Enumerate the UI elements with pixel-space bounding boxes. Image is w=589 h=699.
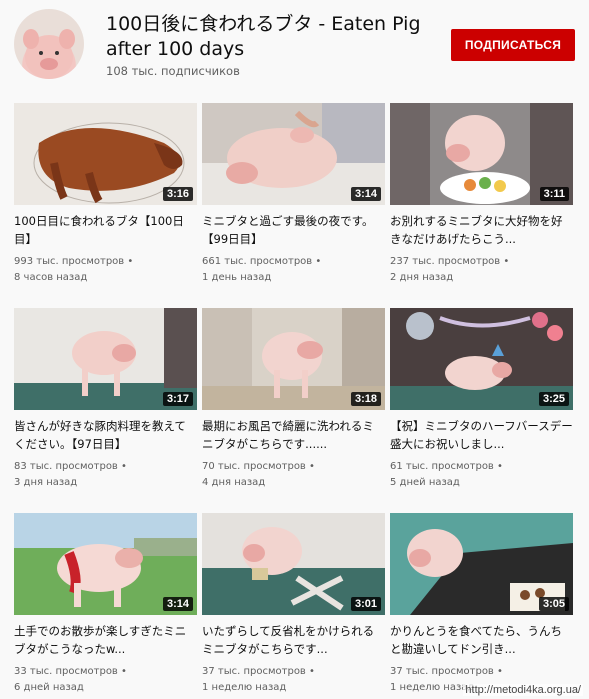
subscriber-count: 108 тыс. подписчиков — [106, 64, 240, 78]
video-duration: 3:05 — [538, 597, 569, 611]
video-title[interactable]: 最期にお風呂で綺麗に洗われるミニブタがこちらです...... — [202, 417, 385, 453]
video-card[interactable]: 3:14 ミニブタと過ごす最後の夜です。【99日目】 661 тыс. прос… — [202, 103, 385, 286]
video-thumbnail[interactable]: 3:05 — [390, 513, 573, 615]
video-duration: 3:14 — [350, 187, 381, 201]
upload-age: 2 дня назад — [390, 272, 454, 283]
view-count: 61 тыс. просмотров • — [390, 461, 503, 472]
video-meta: 237 тыс. просмотров • 2 дня назад — [390, 254, 573, 286]
upload-age: 4 дня назад — [202, 477, 266, 488]
video-title[interactable]: ミニブタと過ごす最後の夜です。【99日目】 — [202, 212, 385, 248]
video-meta: 37 тыс. просмотров • 1 неделю назад — [202, 664, 385, 696]
video-duration: 3:01 — [350, 597, 381, 611]
view-count: 993 тыс. просмотров • — [14, 256, 134, 267]
video-title[interactable]: いたずらして反省札をかけられるミニブタがこちらです... — [202, 622, 385, 658]
video-thumbnail[interactable]: 3:01 — [202, 513, 385, 615]
video-meta: 70 тыс. просмотров • 4 дня назад — [202, 459, 385, 491]
channel-header: 100日後に食われるブタ - Eaten Pig after 100 days … — [0, 0, 589, 90]
upload-age: 3 дня назад — [14, 477, 78, 488]
video-title[interactable]: 土手でのお散歩が楽しすぎたミニブタがこうなったw... — [14, 622, 197, 658]
channel-title[interactable]: 100日後に食われるブタ - Eaten Pig after 100 days — [106, 12, 446, 62]
video-card[interactable]: 3:16 100日目に食われるブタ【100日目】 993 тыс. просмо… — [14, 103, 197, 286]
video-card[interactable]: 3:25 【祝】ミニブタのハーフバースデー盛大にお祝いしまし... 61 тыс… — [390, 308, 573, 491]
video-duration: 3:25 — [538, 392, 569, 406]
video-title[interactable]: 皆さんが好きな豚肉料理を教えてください。【97日目】 — [14, 417, 197, 453]
video-title[interactable]: 100日目に食われるブタ【100日目】 — [14, 212, 197, 248]
video-card[interactable]: 3:14 土手でのお散歩が楽しすぎたミニブタがこうなったw... 33 тыс.… — [14, 513, 197, 696]
view-count: 70 тыс. просмотров • — [202, 461, 315, 472]
view-count: 661 тыс. просмотров • — [202, 256, 322, 267]
upload-age: 5 дней назад — [390, 477, 460, 488]
view-count: 237 тыс. просмотров • — [390, 256, 510, 267]
video-card[interactable]: 3:11 お別れするミニブタに大好物を好きなだけあげたらこう... 237 ты… — [390, 103, 573, 286]
video-card[interactable]: 3:01 いたずらして反省札をかけられるミニブタがこちらです... 37 тыс… — [202, 513, 385, 696]
video-thumbnail[interactable]: 3:14 — [202, 103, 385, 205]
watermark-url: http://metodi4ka.org.ua/ — [463, 684, 583, 696]
video-thumbnail[interactable]: 3:16 — [14, 103, 197, 205]
video-meta: 83 тыс. просмотров • 3 дня назад — [14, 459, 197, 491]
video-duration: 3:17 — [162, 392, 193, 406]
video-duration: 3:18 — [350, 392, 381, 406]
video-meta: 661 тыс. просмотров • 1 день назад — [202, 254, 385, 286]
video-meta: 33 тыс. просмотров • 6 дней назад — [14, 664, 197, 696]
video-thumbnail[interactable]: 3:25 — [390, 308, 573, 410]
subscribe-button[interactable]: ПОДПИСАТЬСЯ — [451, 29, 575, 61]
view-count: 37 тыс. просмотров • — [202, 666, 315, 677]
video-card[interactable]: 3:17 皆さんが好きな豚肉料理を教えてください。【97日目】 83 тыс. … — [14, 308, 197, 491]
video-meta: 61 тыс. просмотров • 5 дней назад — [390, 459, 573, 491]
video-duration: 3:16 — [162, 187, 193, 201]
view-count: 37 тыс. просмотров • — [390, 666, 503, 677]
video-thumbnail[interactable]: 3:18 — [202, 308, 385, 410]
video-thumbnail[interactable]: 3:17 — [14, 308, 197, 410]
upload-age: 6 дней назад — [14, 682, 84, 693]
view-count: 33 тыс. просмотров • — [14, 666, 127, 677]
video-thumbnail[interactable]: 3:14 — [14, 513, 197, 615]
upload-age: 8 часов назад — [14, 272, 88, 283]
video-title[interactable]: 【祝】ミニブタのハーフバースデー盛大にお祝いしまし... — [390, 417, 573, 453]
video-meta: 993 тыс. просмотров • 8 часов назад — [14, 254, 197, 286]
view-count: 83 тыс. просмотров • — [14, 461, 127, 472]
video-thumbnail[interactable]: 3:11 — [390, 103, 573, 205]
upload-age: 1 день назад — [202, 272, 272, 283]
upload-age: 1 неделю назад — [202, 682, 287, 693]
video-title[interactable]: かりんとうを食べてたら、うんちと勘違いしてドン引き... — [390, 622, 573, 658]
video-title[interactable]: お別れするミニブタに大好物を好きなだけあげたらこう... — [390, 212, 573, 248]
video-card[interactable]: 3:05 かりんとうを食べてたら、うんちと勘違いしてドン引き... 37 тыс… — [390, 513, 573, 696]
video-card[interactable]: 3:18 最期にお風呂で綺麗に洗われるミニブタがこちらです...... 70 т… — [202, 308, 385, 491]
channel-avatar[interactable] — [14, 9, 84, 79]
video-duration: 3:14 — [162, 597, 193, 611]
video-duration: 3:11 — [539, 187, 569, 201]
